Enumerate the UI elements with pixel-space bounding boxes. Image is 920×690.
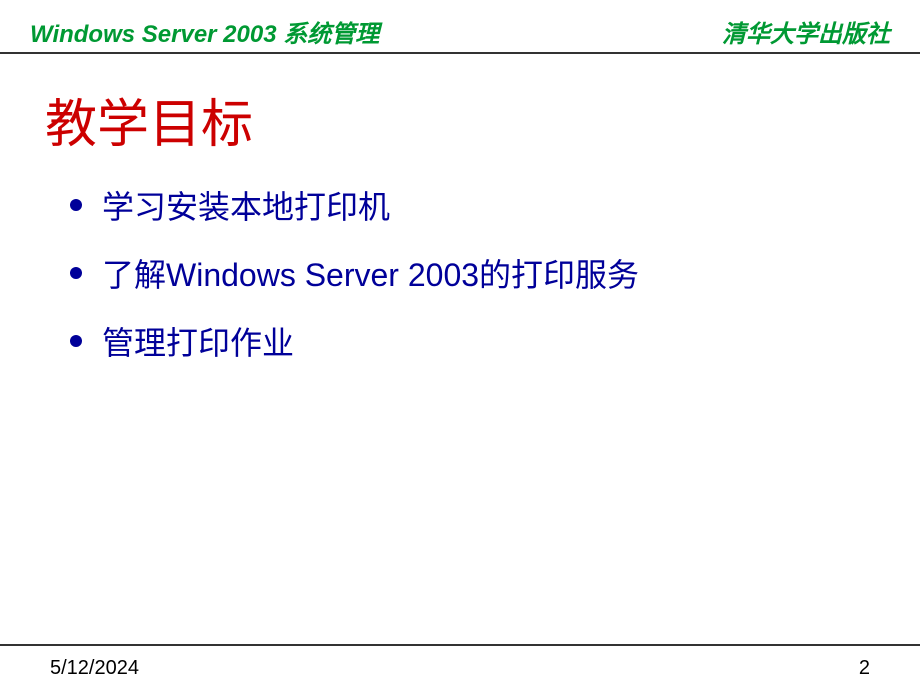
bullet-list: 学习安装本地打印机 了解Windows Server 2003的打印服务 管理打… [70,182,639,386]
footer-divider [0,644,920,646]
slide-footer: 5/12/2024 2 [0,657,920,680]
header-left-title: Windows Server 2003 系统管理 [30,14,379,49]
header-divider [0,52,920,54]
slide-title: 教学目标 [45,82,253,157]
bullet-icon [70,267,82,279]
bullet-text: 了解Windows Server 2003的打印服务 [102,250,639,296]
bullet-text: 学习安装本地打印机 [102,182,390,228]
footer-page-number: 2 [859,657,870,680]
slide-header: Windows Server 2003 系统管理 清华大学出版社 [0,0,920,49]
bullet-icon [70,335,82,347]
bullet-text: 管理打印作业 [102,318,294,364]
list-item: 管理打印作业 [70,318,639,364]
list-item: 学习安装本地打印机 [70,182,639,228]
header-publisher: 清华大学出版社 [722,14,890,49]
bullet-icon [70,199,82,211]
list-item: 了解Windows Server 2003的打印服务 [70,250,639,296]
footer-date: 5/12/2024 [50,657,139,680]
